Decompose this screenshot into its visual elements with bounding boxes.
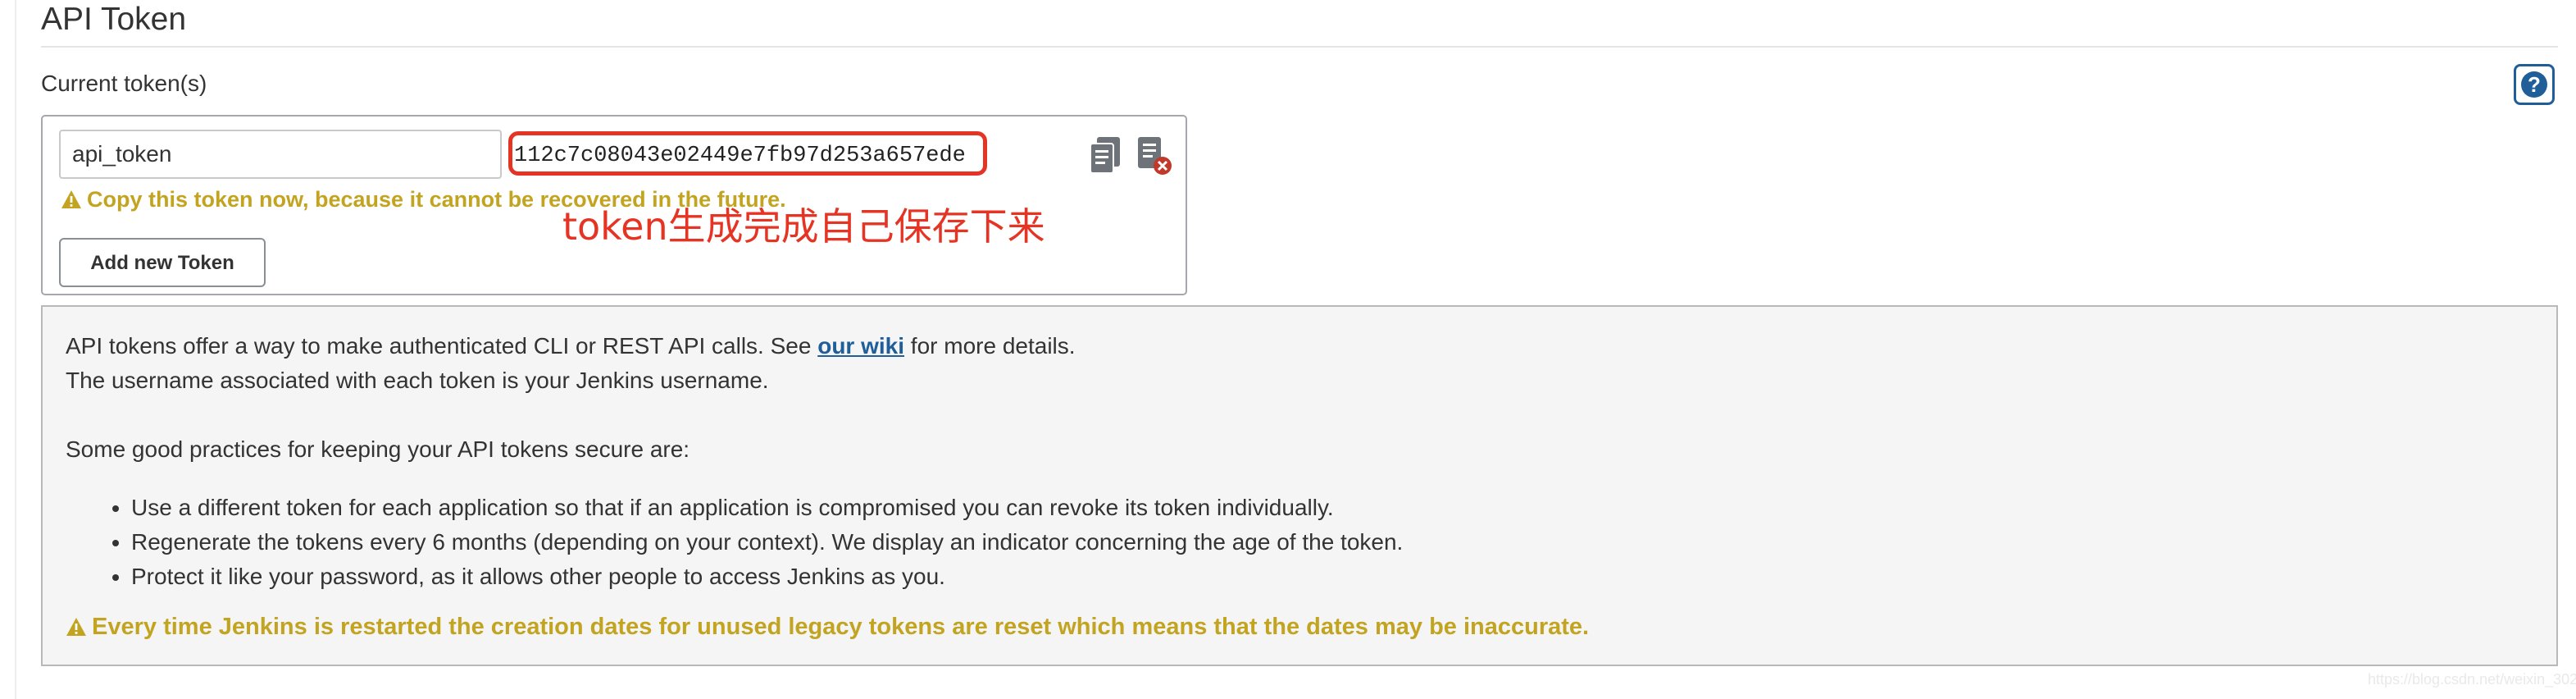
info-line-1-prefix: API tokens offer a way to make authentic…: [66, 333, 818, 359]
legacy-token-warning-text: Every time Jenkins is restarted the crea…: [92, 614, 1590, 640]
red-annotation: token生成完成自己保存下来: [562, 204, 1045, 249]
current-tokens-label: Current token(s): [41, 71, 207, 96]
warning-icon: [61, 190, 81, 208]
section-divider: [41, 46, 2558, 48]
info-panel: [41, 305, 2558, 666]
list-item: Use a different token for each applicati…: [131, 491, 1403, 525]
practices-list: Use a different token for each applicati…: [66, 491, 1403, 594]
token-value-field[interactable]: 112c7c08043e02449e7fb97d253a657ede: [508, 131, 987, 176]
legacy-token-warning: Every time Jenkins is restarted the crea…: [66, 614, 1589, 641]
help-icon: ?: [2521, 71, 2547, 98]
revoke-icon[interactable]: [1136, 136, 1174, 177]
wiki-link[interactable]: our wiki: [817, 333, 904, 359]
info-line-1: API tokens offer a way to make authentic…: [66, 333, 1076, 359]
add-new-token-button[interactable]: Add new Token: [59, 238, 266, 287]
list-item: Regenerate the tokens every 6 months (de…: [131, 525, 1403, 560]
watermark: https://blog.csdn.net/weixin_30200011: [2368, 671, 2576, 688]
copy-icon[interactable]: [1089, 136, 1122, 176]
list-item: Protect it like your password, as it all…: [131, 560, 1403, 594]
help-button[interactable]: ?: [2514, 64, 2555, 105]
info-line-1-suffix: for more details.: [904, 333, 1076, 359]
section-title: API Token: [41, 2, 187, 37]
token-name-input[interactable]: [59, 130, 502, 179]
page-left-rule: [15, 0, 16, 699]
warning-icon: [66, 618, 86, 636]
practices-intro: Some good practices for keeping your API…: [66, 436, 690, 462]
info-line-2: The username associated with each token …: [66, 368, 769, 393]
